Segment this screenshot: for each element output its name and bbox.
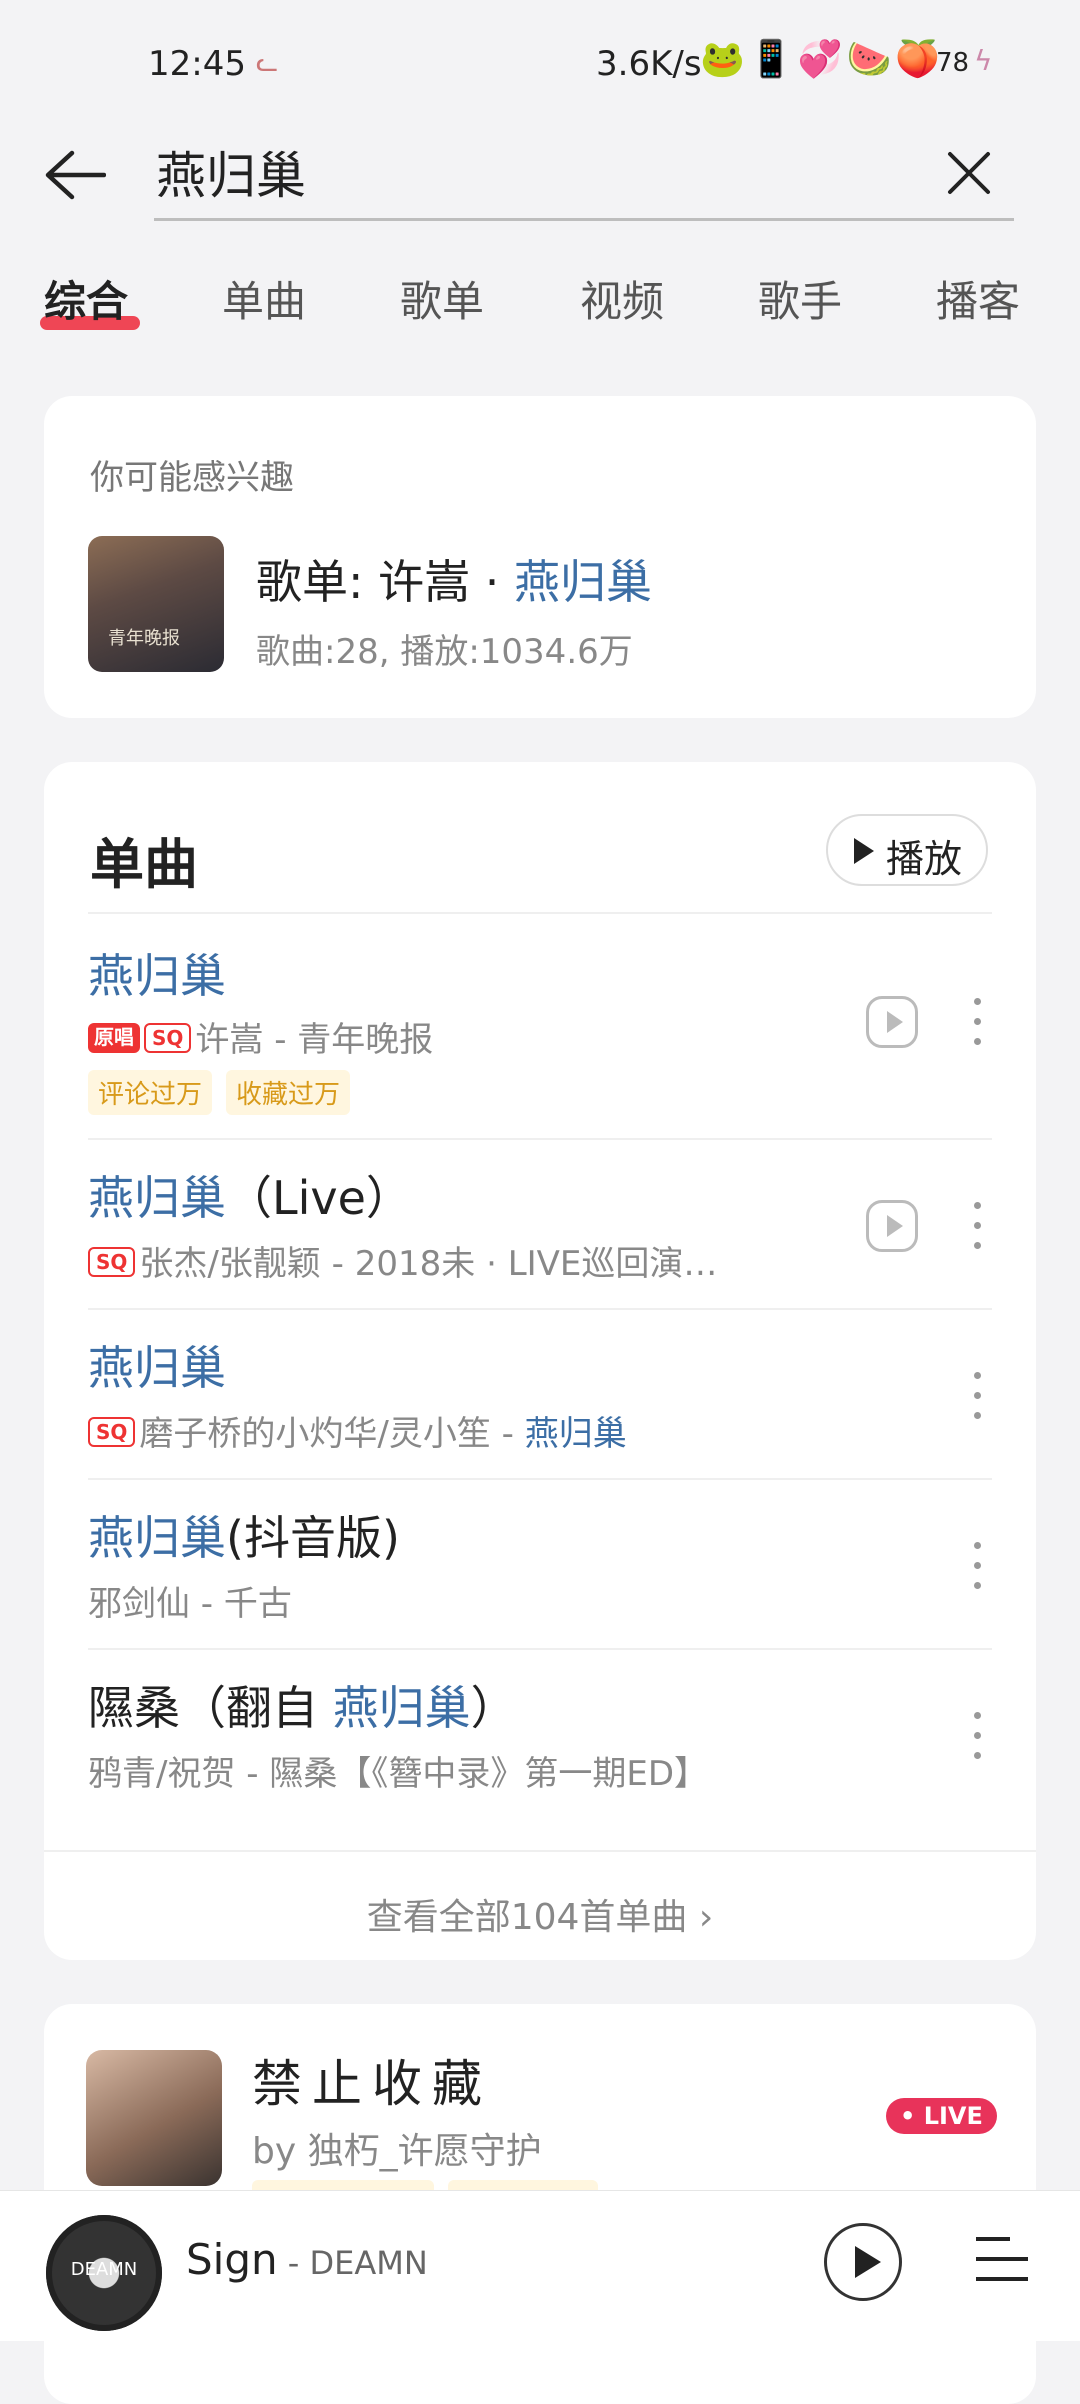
status-bar: 12:45 ᓚ 3.6K/s 🐸📱💞🍉🍑 78 ϟ	[0, 0, 1080, 120]
song-row[interactable]: 燕归巢 SQ 磨子桥的小灼华/灵小笙 - 燕归巢	[88, 1308, 992, 1480]
sq-badge: SQ	[144, 1022, 192, 1053]
more-icon[interactable]	[972, 998, 982, 1048]
suggestion-card[interactable]: 你可能感兴趣 青年晚报 歌单: 许嵩 · 燕归巢 歌曲:28, 播放:1034.…	[44, 396, 1036, 718]
song-title: 燕归巢	[88, 940, 226, 1006]
song-subtitle: SQ 张杰/张靓颖 - 2018未 · LIVE巡回演…	[88, 1236, 717, 1285]
song-artist: DEAMN	[309, 2244, 428, 2282]
suggestion-hint: 你可能感兴趣	[90, 458, 294, 498]
suggestion-title: 歌单: 许嵩 · 燕归巢	[256, 546, 652, 612]
play-all-label: 播放	[886, 837, 963, 881]
tag-favorites: 收藏过万	[226, 1070, 351, 1115]
song-title-highlight: 燕归巢	[88, 1511, 226, 1565]
song-title: 燕归巢（Live）	[88, 1162, 412, 1228]
tab-videos[interactable]: 视频	[580, 268, 664, 329]
song-subtitle: 鸦青/祝贺 - 隰桑【《簪中录》第一期ED】	[88, 1746, 708, 1795]
search-input[interactable]: 燕归巢	[156, 136, 306, 208]
playlist-name: 禁止收藏	[252, 2055, 492, 2113]
play-icon	[854, 838, 874, 864]
playlist-cover: 青年晚报	[88, 536, 224, 672]
songs-header: 单曲	[90, 833, 198, 896]
search-underline	[154, 218, 1014, 221]
more-icon[interactable]	[972, 1712, 982, 1762]
cat-icon: ᓚ	[256, 48, 279, 78]
mini-player[interactable]: DEAMN Sign - DEAMN	[0, 2190, 1080, 2341]
battery-level: 78	[936, 48, 970, 78]
song-title-rest: (抖音版)	[226, 1511, 400, 1565]
play-all-button[interactable]: 播放	[826, 814, 988, 886]
play-pause-button[interactable]	[824, 2223, 902, 2301]
suggestion-title-prefix: 歌单: 许嵩 ·	[256, 555, 514, 609]
song-row[interactable]: 隰桑（翻自 燕归巢） 鸦青/祝贺 - 隰桑【《簪中录》第一期ED】	[88, 1648, 992, 1820]
status-time: 12:45	[148, 44, 246, 84]
song-title: 隰桑（翻自 燕归巢）	[88, 1672, 517, 1738]
disc-label: DEAMN	[70, 2259, 138, 2280]
song-title-highlight: 燕归巢	[88, 949, 226, 1003]
song-row[interactable]: 燕归巢（Live） SQ 张杰/张靓颖 - 2018未 · LIVE巡回演…	[88, 1138, 992, 1310]
more-icon[interactable]	[972, 1542, 982, 1592]
song-subtitle: SQ 磨子桥的小灼华/灵小笙 - 燕归巢	[88, 1406, 627, 1455]
song-subtitle: 原唱 SQ 许嵩 - 青年晚报	[88, 1012, 433, 1061]
mv-play-icon[interactable]	[866, 1200, 918, 1252]
album-disc[interactable]: DEAMN	[46, 2215, 162, 2331]
song-artist-album: 邪剑仙 - 千古	[88, 1584, 292, 1624]
song-title-pre: 隰桑（翻自	[88, 1681, 333, 1735]
now-playing[interactable]: Sign - DEAMN	[186, 2235, 428, 2284]
songs-card: 单曲 播放 燕归巢 原唱 SQ 许嵩 - 青年晚报 评论过万 收藏过万 燕归巢（Liv…	[44, 762, 1036, 1960]
song-artist-album: 张杰/张靓颖 - 2018未 · LIVE巡回演…	[139, 1244, 718, 1284]
more-icon[interactable]	[972, 1202, 982, 1252]
tag-comments: 评论过万	[88, 1070, 213, 1115]
network-speed: 3.6K/s	[596, 44, 702, 84]
sq-badge: SQ	[88, 1246, 136, 1277]
song-separator: -	[277, 2244, 310, 2282]
song-artist-album: 磨子桥的小灼华/灵小笙 -	[139, 1414, 525, 1454]
tab-podcasts[interactable]: 播客	[936, 268, 1020, 329]
sq-badge: SQ	[88, 1416, 136, 1447]
playlist-cover	[86, 2050, 222, 2186]
original-badge: 原唱	[88, 1022, 140, 1053]
view-all-songs-link[interactable]: 查看全部104首单曲 ›	[44, 1888, 1036, 1940]
song-title-highlight: 燕归巢	[88, 1171, 226, 1225]
mv-play-icon[interactable]	[866, 996, 918, 1048]
song-row[interactable]: 燕归巢(抖音版) 邪剑仙 - 千古	[88, 1478, 992, 1650]
tab-playlists[interactable]: 歌单	[400, 268, 484, 329]
song-title: 燕归巢	[88, 1332, 226, 1398]
playlist-creator: by 独朽_许愿守护	[252, 2131, 542, 2172]
song-artist-album: 许嵩 - 青年晚报	[195, 1020, 434, 1060]
tab-songs[interactable]: 单曲	[222, 268, 306, 329]
status-emoji-icons: 🐸📱💞🍉🍑	[700, 39, 945, 80]
song-subtitle: 邪剑仙 - 千古	[88, 1576, 292, 1625]
song-tags: 评论过万 收藏过万	[88, 1070, 364, 1115]
song-artist-album: 鸦青/祝贺 - 隰桑【《簪中录》第一期ED】	[88, 1754, 709, 1794]
song-row[interactable]: 燕归巢 原唱 SQ 许嵩 - 青年晚报 评论过万 收藏过万	[88, 912, 992, 1140]
search-bar: 燕归巢	[0, 120, 1080, 230]
close-icon[interactable]	[944, 148, 994, 198]
cover-text: 青年晚报	[108, 628, 180, 649]
live-badge: • LIVE	[886, 2098, 997, 2134]
more-icon[interactable]	[972, 1372, 982, 1422]
playlist-icon[interactable]	[976, 2231, 1028, 2287]
song-name: Sign	[186, 2235, 278, 2284]
tab-all[interactable]: 综合	[44, 268, 128, 329]
charging-icon: ϟ	[974, 44, 993, 77]
back-arrow-icon[interactable]	[44, 150, 106, 200]
song-title-rest: （Live）	[226, 1171, 412, 1225]
song-title: 燕归巢(抖音版)	[88, 1502, 400, 1568]
song-title-highlight: 燕归巢	[88, 1341, 226, 1395]
suggestion-title-highlight: 燕归巢	[514, 555, 652, 609]
tab-bar: 综合 单曲 歌单 视频 歌手 播客	[0, 268, 1080, 338]
tab-artists[interactable]: 歌手	[758, 268, 842, 329]
song-title-highlight: 燕归巢	[332, 1681, 471, 1735]
suggestion-meta: 歌曲:28, 播放:1034.6万	[256, 632, 633, 672]
song-album-highlight: 燕归巢	[524, 1414, 627, 1454]
divider	[44, 1850, 1036, 1852]
song-title-rest: ）	[470, 1681, 517, 1735]
